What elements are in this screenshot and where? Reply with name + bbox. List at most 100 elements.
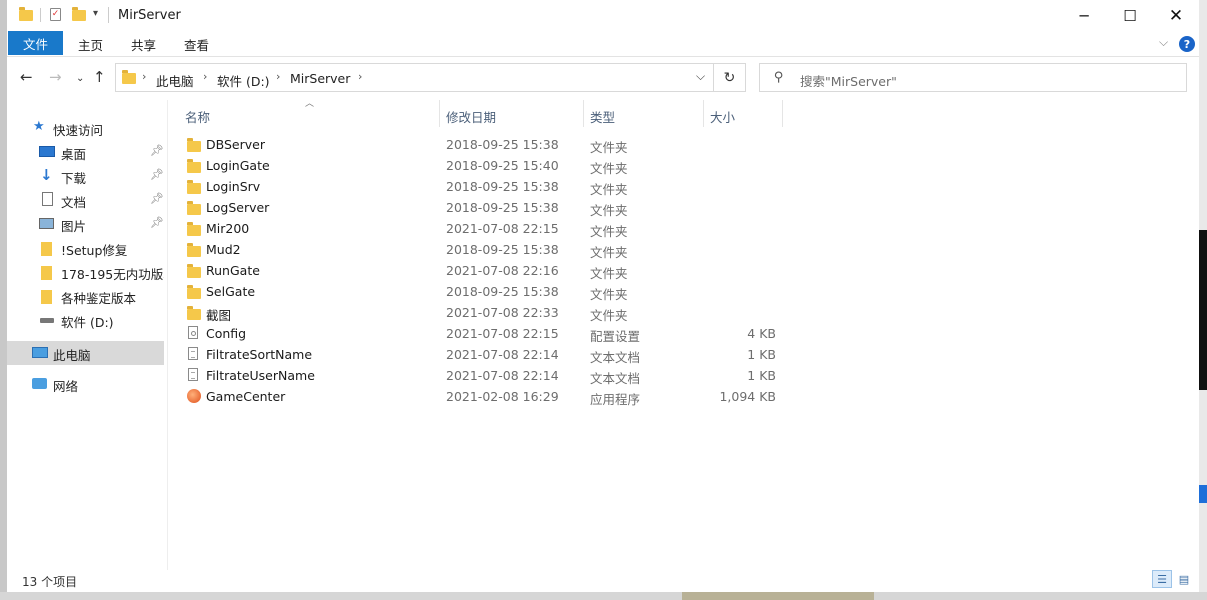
text-file-icon (188, 347, 198, 360)
tab-share[interactable]: 共享 (131, 35, 156, 54)
help-button[interactable]: ? (1179, 36, 1195, 52)
pin-icon[interactable]: 📌︎ (150, 216, 164, 229)
divider (40, 8, 41, 22)
close-button[interactable]: ✕ (1153, 0, 1199, 31)
file-name: Config (206, 326, 247, 341)
search-icon: ⚲ (774, 70, 784, 85)
nav-item-pictures[interactable]: 图片 📌︎ (7, 212, 164, 236)
file-row[interactable]: Config 2021-07-08 22:15 配置设置 4 KB (177, 323, 789, 344)
file-type: 文件夹 (590, 161, 628, 176)
properties-icon[interactable]: ✓ (50, 8, 61, 21)
chevron-right-icon[interactable]: › (276, 70, 280, 83)
minimize-button[interactable]: ─ (1061, 0, 1107, 31)
file-type: 文件夹 (590, 245, 628, 260)
desktop-icon (39, 146, 55, 157)
file-row[interactable]: GameCenter 2021-02-08 16:29 应用程序 1,094 K… (177, 386, 789, 407)
network-icon (32, 378, 47, 389)
breadcrumb-mirserver[interactable]: MirServer (290, 71, 350, 86)
file-row[interactable]: SelGate 2018-09-25 15:38 文件夹 (177, 281, 789, 302)
file-name: LoginGate (206, 158, 270, 173)
file-date: 2021-07-08 22:15 (446, 221, 559, 236)
large-icons-view-icon[interactable]: ▤ (1175, 570, 1193, 588)
file-date: 2018-09-25 15:38 (446, 284, 559, 299)
file-name: DBServer (206, 137, 265, 152)
pin-icon[interactable]: 📌︎ (150, 192, 164, 205)
column-header-name[interactable]: 名称 (177, 100, 439, 127)
column-header-size[interactable]: 大小 (704, 100, 782, 127)
chevron-right-icon[interactable]: › (358, 70, 362, 83)
file-type: 文本文档 (590, 350, 641, 365)
column-header-type[interactable]: 类型 (584, 100, 703, 127)
item-count: 13 个项目 (22, 575, 78, 589)
folder-icon (41, 290, 52, 304)
nav-label: 快速访问 (53, 123, 104, 138)
back-button[interactable]: ← (20, 68, 33, 86)
tab-file[interactable]: 文件 (8, 31, 63, 55)
file-row[interactable]: LoginSrv 2018-09-25 15:38 文件夹 (177, 176, 789, 197)
nav-item-desktop[interactable]: 桌面 📌︎ (7, 140, 164, 164)
breadcrumb-drive-d[interactable]: 软件 (D:) (217, 71, 270, 90)
text-file-icon (188, 368, 198, 381)
column-header-label: 类型 (590, 110, 616, 125)
folder-icon (41, 266, 52, 280)
chevron-right-icon[interactable]: › (142, 70, 146, 83)
nav-item-appraisal-folder[interactable]: 各种鉴定版本 (7, 284, 164, 308)
file-name: GameCenter (206, 389, 286, 404)
nav-item-documents[interactable]: 文档 📌︎ (7, 188, 164, 212)
file-row[interactable]: LoginGate 2018-09-25 15:40 文件夹 (177, 155, 789, 176)
customize-quick-access-icon[interactable]: ▾ (93, 8, 98, 19)
nav-item-downloads[interactable]: ↓ 下载 📌︎ (7, 164, 164, 188)
maximize-button[interactable]: ☐ (1107, 0, 1153, 31)
file-name: RunGate (206, 263, 260, 278)
nav-label: 下载 (61, 171, 87, 186)
search-placeholder: 搜索"MirServer" (800, 74, 897, 89)
column-separator[interactable] (782, 100, 783, 127)
search-input[interactable]: ⚲ 搜索"MirServer" (759, 63, 1187, 92)
nav-this-pc[interactable]: 此电脑 (7, 341, 164, 365)
nav-item-drive-d[interactable]: 软件 (D:) (7, 308, 164, 332)
breadcrumb-this-pc[interactable]: 此电脑 (156, 71, 194, 90)
file-row[interactable]: FiltrateUserName 2021-07-08 22:14 文本文档 1… (177, 365, 789, 386)
file-row[interactable]: DBServer 2018-09-25 15:38 文件夹 (177, 134, 789, 155)
tab-home[interactable]: 主页 (78, 35, 103, 54)
taskbar-edge-item (682, 592, 874, 600)
file-type: 文本文档 (590, 371, 641, 386)
file-row[interactable]: FiltrateSortName 2021-07-08 22:14 文本文档 1… (177, 344, 789, 365)
chevron-right-icon[interactable]: › (203, 70, 207, 83)
nav-label: 软件 (D:) (61, 315, 114, 330)
nav-item-setup-folder[interactable]: !Setup修复 (7, 236, 164, 260)
column-header-date[interactable]: 修改日期 (440, 100, 583, 127)
file-date: 2021-07-08 22:14 (446, 368, 559, 383)
details-view-icon[interactable]: ☰ (1152, 570, 1172, 588)
file-date: 2021-07-08 22:15 (446, 326, 559, 341)
file-type: 文件夹 (590, 182, 628, 197)
expand-ribbon-icon[interactable]: ⌵ (1159, 35, 1168, 50)
nav-network[interactable]: 网络 (7, 372, 164, 396)
pin-icon[interactable]: 📌︎ (150, 168, 164, 181)
file-row[interactable]: Mir200 2021-07-08 22:15 文件夹 (177, 218, 789, 239)
pin-icon[interactable]: 📌︎ (150, 144, 164, 157)
picture-icon (39, 218, 54, 229)
tab-view[interactable]: 查看 (184, 35, 209, 54)
column-header-label: 修改日期 (446, 110, 497, 125)
nav-item-version-folder[interactable]: 178-195无内功版本 (7, 260, 164, 284)
refresh-button[interactable]: ↻ (714, 63, 746, 92)
explorer-window: ✓ ▾ MirServer ─ ☐ ✕ 文件 主页 共享 查看 ⌵ ? ← → … (7, 0, 1199, 592)
file-row[interactable]: LogServer 2018-09-25 15:38 文件夹 (177, 197, 789, 218)
file-type: 文件夹 (590, 203, 628, 218)
column-header-label: 名称 (185, 110, 211, 125)
file-type: 文件夹 (590, 140, 628, 155)
file-row[interactable]: Mud2 2018-09-25 15:38 文件夹 (177, 239, 789, 260)
file-row[interactable]: RunGate 2021-07-08 22:16 文件夹 (177, 260, 789, 281)
forward-button[interactable]: → (49, 68, 62, 86)
nav-quick-access[interactable]: ★ 快速访问 (7, 116, 164, 140)
pane-divider[interactable] (167, 100, 168, 570)
up-button[interactable]: ↑ (93, 68, 106, 86)
file-row[interactable]: 截图 2021-07-08 22:33 文件夹 (177, 302, 789, 323)
address-dropdown-icon[interactable]: ⌵ (696, 69, 705, 84)
file-date: 2018-09-25 15:38 (446, 242, 559, 257)
file-type: 文件夹 (590, 266, 628, 281)
recent-locations-icon[interactable]: ⌄ (76, 73, 84, 84)
address-bar[interactable]: › 此电脑 › 软件 (D:) › MirServer › ⌵ (115, 63, 714, 92)
file-type: 应用程序 (590, 392, 641, 407)
